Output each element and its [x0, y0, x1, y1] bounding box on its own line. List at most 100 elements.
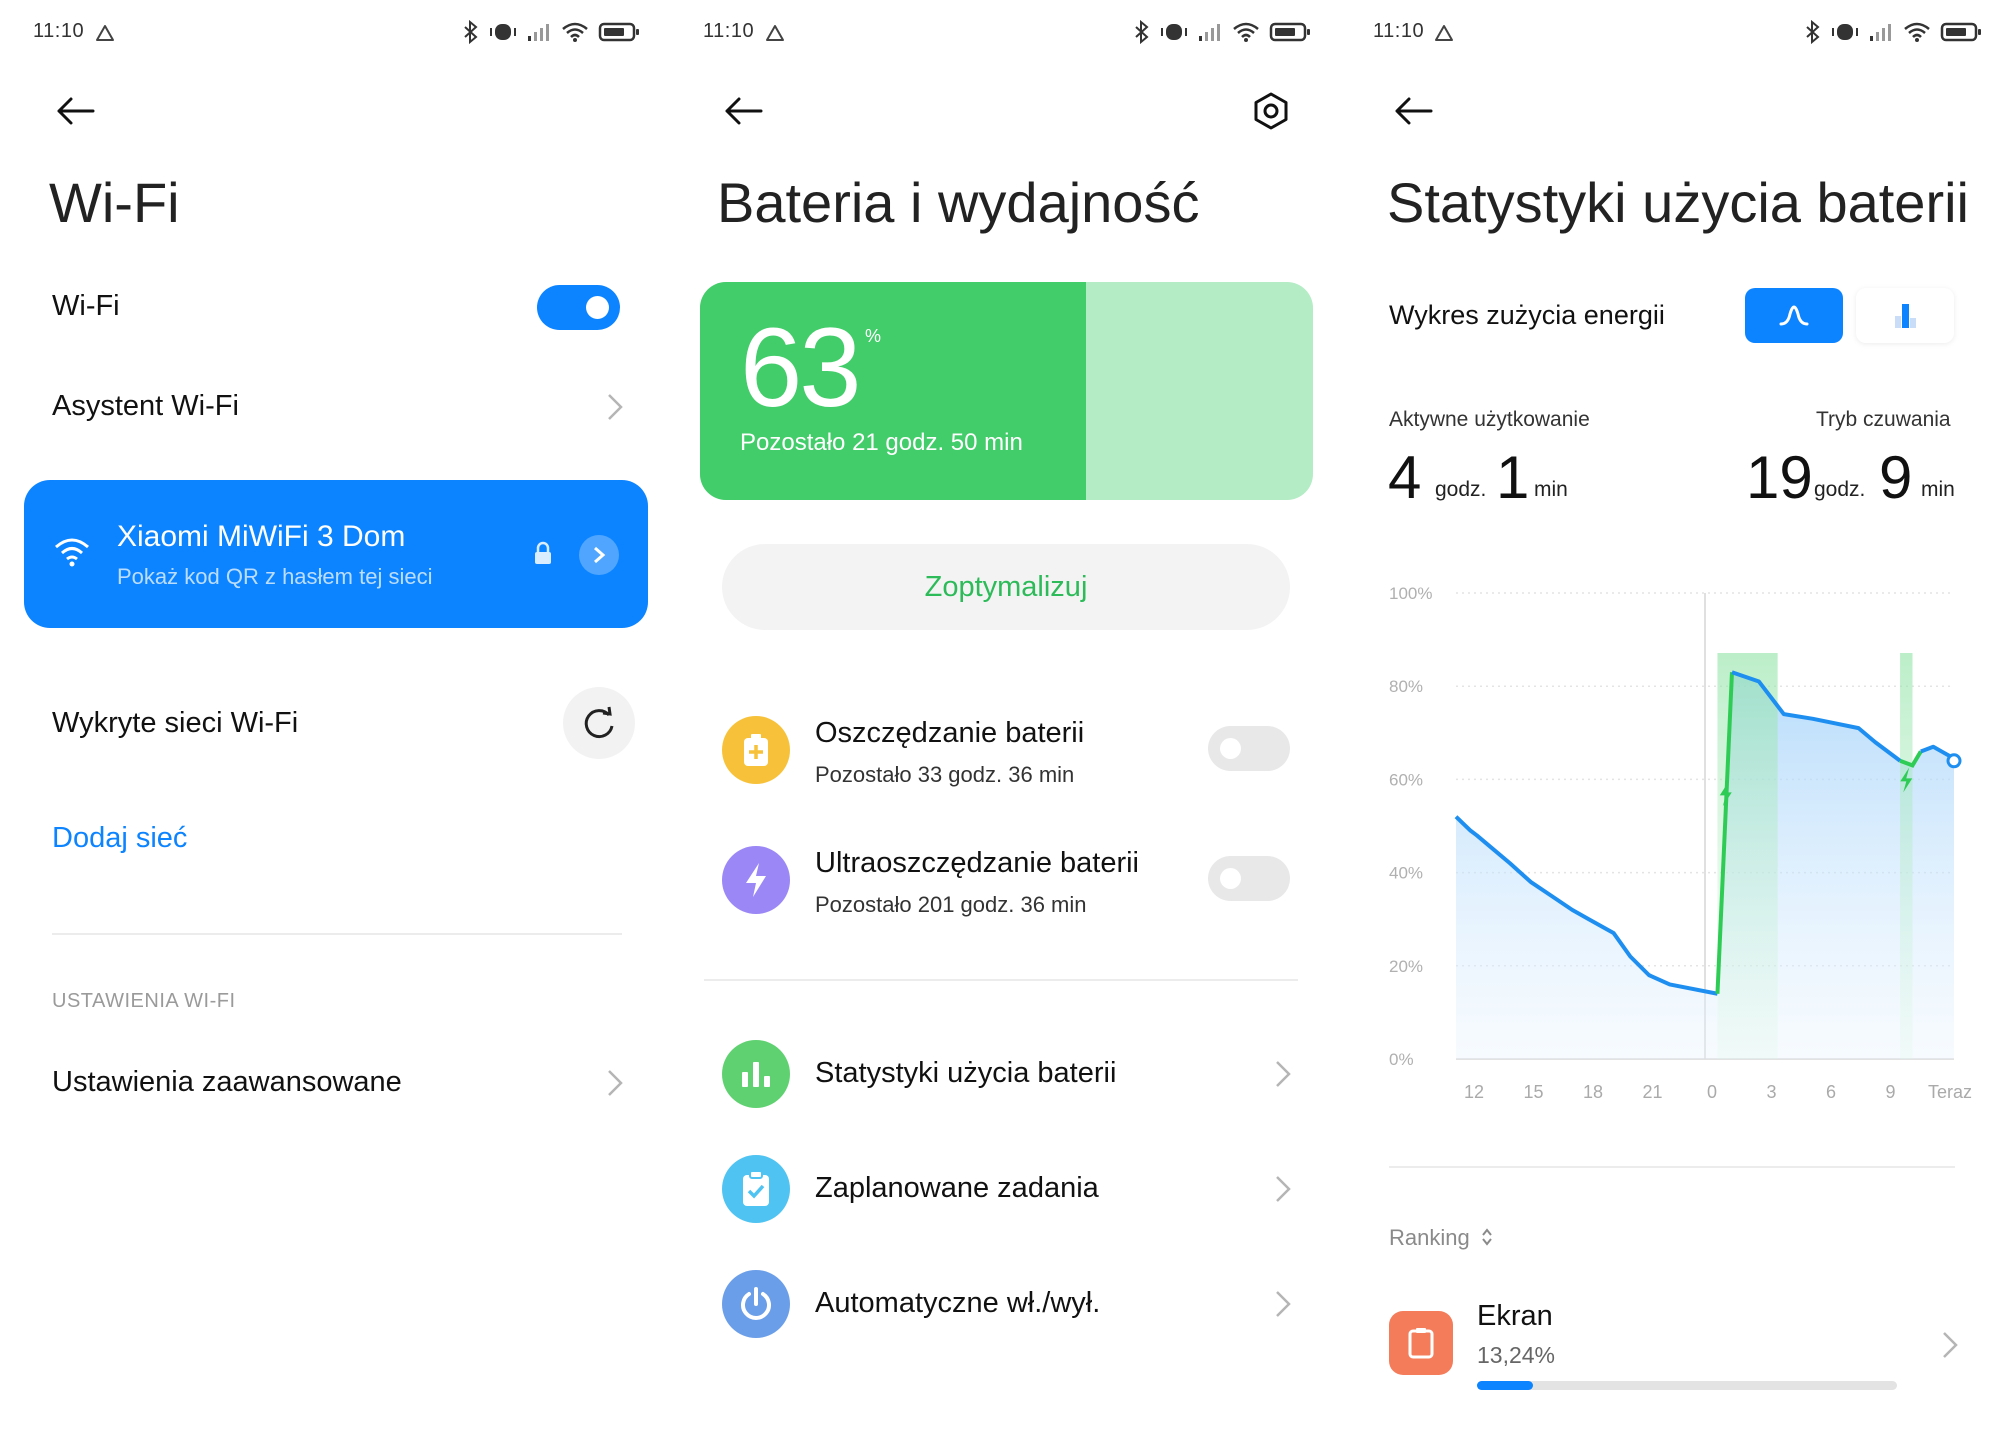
status-icons: [1804, 19, 1982, 45]
refresh-networks-button[interactable]: [563, 687, 635, 759]
network-qr-hint: Pokaż kod QR z hasłem tej sieci: [117, 564, 433, 589]
network-details-button[interactable]: [579, 535, 619, 575]
ranking-item-bar-fill: [1477, 1381, 1533, 1390]
divider: [1389, 1166, 1955, 1168]
chevron-right-icon[interactable]: [1274, 1059, 1292, 1089]
x-tick-label: 21: [1642, 1082, 1662, 1102]
section-header: USTAWIENIA WI-FI: [52, 990, 236, 1012]
ultra-saver-toggle[interactable]: [1208, 856, 1290, 901]
bar-chart-icon: [1895, 304, 1916, 328]
divider: [704, 979, 1298, 981]
auto-power-link[interactable]: Automatyczne wł./wył.: [815, 1287, 1100, 1320]
line-chart-toggle[interactable]: [1745, 288, 1843, 343]
wifi-status-icon: [1233, 22, 1259, 42]
vibrate-icon: [1161, 24, 1187, 40]
auto-power-badge: [722, 1270, 790, 1338]
refresh-icon: [584, 706, 614, 739]
ranking-sort-button[interactable]: Ranking: [1389, 1225, 1494, 1251]
chevron-right-icon[interactable]: [1274, 1174, 1292, 1204]
lock-icon: [535, 541, 551, 564]
y-tick-label: 80%: [1389, 677, 1423, 696]
back-arrow-icon[interactable]: [53, 94, 97, 128]
battery-status-icon: [1269, 22, 1310, 42]
ranking-label: Ranking: [1389, 1225, 1470, 1250]
bar-chart-toggle[interactable]: [1856, 288, 1954, 343]
status-time: 11:10: [33, 20, 85, 42]
bluetooth-icon: [1135, 20, 1149, 44]
page-title: Statystyki użycia baterii: [1387, 171, 1969, 234]
battery-saver-toggle[interactable]: [1208, 726, 1290, 771]
chevron-right-icon[interactable]: [1274, 1289, 1292, 1319]
status-icons: [462, 19, 640, 45]
active-hours-unit: godz.: [1435, 478, 1487, 501]
phone-screen-icon: [1408, 1328, 1434, 1359]
battery-status-icon: [598, 22, 639, 42]
status-time: 11:10: [703, 20, 755, 42]
vibrate-icon: [490, 24, 516, 40]
usage-stats-link[interactable]: Statystyki użycia baterii: [815, 1057, 1116, 1090]
alert-triangle-icon: [1435, 25, 1453, 41]
active-minutes-unit: min: [1534, 478, 1568, 501]
sort-icon: [1482, 1228, 1492, 1246]
wifi-assistant-label[interactable]: Asystent Wi-Fi: [52, 390, 239, 423]
x-tick-label: 3: [1766, 1082, 1776, 1102]
clipboard-check-icon: [743, 1170, 769, 1206]
add-network-link[interactable]: Dodaj sieć: [52, 822, 187, 855]
status-icons: [1133, 19, 1311, 45]
battery-usage-chart: 100% 80% 60% 40% 20% 0% 12 15 18 21 0 3 6 9 Teraz: [1389, 584, 1972, 1102]
x-tick-label: 18: [1583, 1082, 1603, 1102]
standby-hours: 19: [1746, 444, 1813, 511]
ultra-saver-title: Ultraoszczędzanie baterii: [815, 847, 1139, 879]
wifi-settings-screen: 11:10 Wi-Fi Wi-Fi Asystent Wi-Fi Xiaomi …: [0, 0, 667, 1440]
y-tick-label: 20%: [1389, 957, 1423, 976]
charging-band: [1900, 653, 1913, 1059]
standby-minutes-unit: min: [1921, 478, 1955, 501]
power-icon: [741, 1287, 771, 1320]
ranking-item-name[interactable]: Ekran: [1477, 1300, 1553, 1333]
bluetooth-icon: [464, 20, 478, 44]
x-tick-label: 0: [1707, 1082, 1717, 1102]
battery-plus-icon: [744, 734, 768, 766]
chevron-right-icon[interactable]: [606, 392, 624, 422]
active-usage-label: Aktywne użytkowanie: [1389, 408, 1590, 431]
battery-status-icon: [1940, 22, 1981, 42]
network-name: Xiaomi MiWiFi 3 Dom: [117, 520, 406, 553]
battery-remaining-time: Pozostało 21 godz. 50 min: [740, 429, 1023, 456]
status-time: 11:10: [1373, 20, 1425, 42]
alert-triangle-icon: [766, 25, 784, 41]
battery-percent-unit: %: [865, 326, 882, 346]
signal-icon: [528, 24, 549, 41]
ultra-saver-badge: [722, 846, 790, 914]
scheduled-tasks-link[interactable]: Zaplanowane zadania: [815, 1172, 1099, 1205]
ranking-item-bar: [1477, 1381, 1897, 1390]
chart-label: Wykres zużycia energii: [1389, 300, 1665, 330]
standby-label: Tryb czuwania: [1816, 408, 1951, 431]
signal-icon: [1870, 24, 1891, 41]
connected-network-card[interactable]: Xiaomi MiWiFi 3 Dom Pokaż kod QR z hasłe…: [24, 480, 648, 628]
battery-stats-screen: 11:10 Statystyki użycia baterii Wykres z…: [1334, 0, 2001, 1440]
screen-app-icon: [1389, 1311, 1453, 1375]
active-minutes: 1: [1496, 444, 1530, 511]
x-tick-label: 6: [1826, 1082, 1836, 1102]
standby-hours-unit: godz.: [1814, 478, 1866, 501]
wifi-status-icon: [562, 22, 588, 42]
back-arrow-icon[interactable]: [721, 94, 765, 128]
battery-percent: 63: [740, 305, 862, 430]
page-title: Bateria i wydajność: [717, 171, 1200, 234]
wifi-toggle[interactable]: [537, 285, 620, 330]
chevron-right-icon[interactable]: [1941, 1330, 1959, 1360]
toggle-knob: [1220, 738, 1241, 759]
toggle-knob: [1220, 868, 1241, 889]
back-arrow-icon[interactable]: [1391, 94, 1435, 128]
wifi-toggle-label: Wi-Fi: [52, 290, 120, 322]
optimize-button[interactable]: Zoptymalizuj: [722, 544, 1290, 630]
vibrate-icon: [1832, 24, 1858, 40]
wifi-icon: [55, 538, 89, 567]
current-point: [1946, 753, 1962, 769]
advanced-settings-label[interactable]: Ustawienia zaawansowane: [52, 1066, 402, 1099]
x-tick-label: 9: [1885, 1082, 1895, 1102]
chevron-right-icon[interactable]: [606, 1068, 624, 1098]
settings-gear-icon[interactable]: [1251, 91, 1291, 131]
wifi-status-icon: [1904, 22, 1930, 42]
x-tick-label: 15: [1523, 1082, 1543, 1102]
